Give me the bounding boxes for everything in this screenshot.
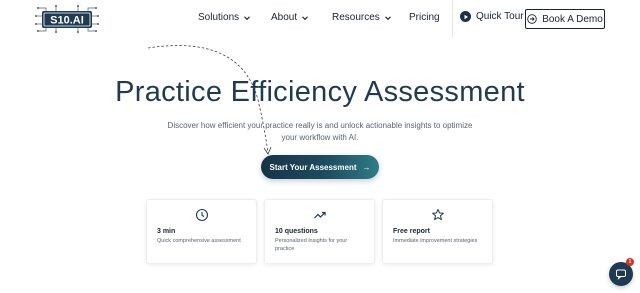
feature-card-duration: 3 min Quick comprehensive assessment	[146, 199, 257, 264]
chevron-down-icon	[244, 15, 251, 20]
chat-icon	[616, 269, 626, 280]
book-demo-button[interactable]: Book A Demo	[525, 9, 605, 29]
card-description: Personalized insights for your practice	[275, 238, 348, 252]
arrow-circle-icon	[527, 14, 537, 24]
nav-resources[interactable]: Resources	[332, 12, 392, 23]
nav-solutions[interactable]: Solutions	[198, 12, 251, 23]
notification-badge: 1	[626, 258, 634, 266]
start-assessment-button[interactable]: Start Your Assessment →	[261, 155, 379, 179]
site-header: S10.AI Solutions About Resources Pricing…	[0, 0, 640, 38]
start-assessment-label: Start Your Assessment	[269, 162, 357, 172]
nav-about-label: About	[271, 12, 298, 23]
arrow-right-icon: →	[362, 162, 371, 172]
chevron-down-icon	[384, 15, 391, 20]
logo[interactable]: S10.AI	[34, 4, 100, 34]
star-icon	[431, 209, 444, 221]
page: S10.AI Solutions About Resources Pricing…	[0, 0, 640, 293]
card-title: 3 min	[157, 228, 176, 235]
hero-subtitle: Discover how efficient your practice rea…	[167, 121, 473, 142]
logo-circuit-icon: S10.AI	[35, 5, 99, 33]
trend-up-icon	[313, 211, 326, 219]
book-demo-label: Book A Demo	[542, 13, 603, 25]
chevron-down-icon	[302, 15, 309, 20]
card-title: 10 questions	[275, 228, 318, 235]
header-divider	[452, 0, 453, 38]
page-title: Practice Efficiency Assessment	[115, 76, 525, 108]
play-icon	[460, 11, 471, 22]
feature-card-questions: 10 questions Personalized insights for y…	[264, 199, 375, 264]
card-description: Immediate improvement strategies	[393, 238, 478, 244]
quick-tour-label: Quick Tour	[476, 11, 524, 22]
card-description: Quick comprehensive assessment	[157, 238, 241, 244]
card-title: Free report	[393, 228, 430, 235]
nav-about[interactable]: About	[271, 12, 309, 23]
clock-icon	[195, 208, 208, 222]
quick-tour-button[interactable]: Quick Tour	[460, 11, 524, 22]
logo-text: S10.AI	[50, 15, 84, 27]
nav-pricing-label: Pricing	[409, 12, 440, 23]
nav-solutions-label: Solutions	[198, 12, 240, 23]
nav-pricing[interactable]: Pricing	[409, 12, 440, 23]
feature-card-report: Free report Immediate improvement strate…	[382, 199, 493, 264]
nav-resources-label: Resources	[332, 12, 380, 23]
